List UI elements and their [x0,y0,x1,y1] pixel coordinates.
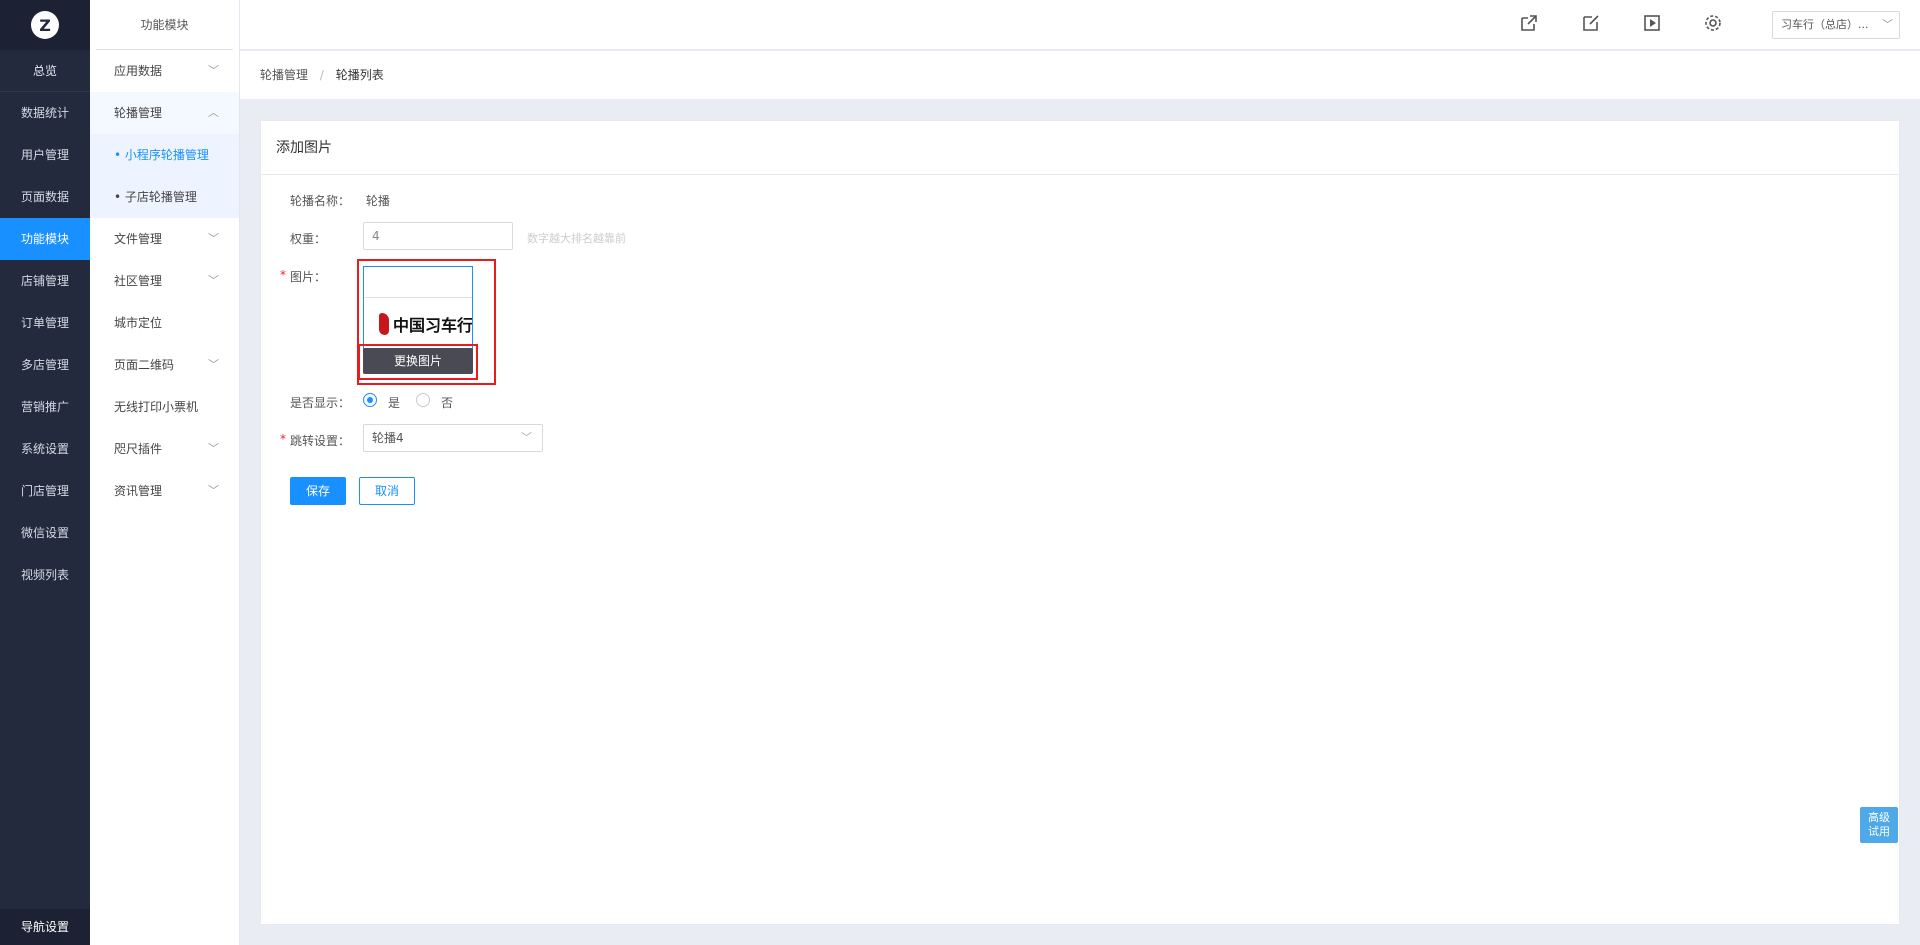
show-no-label[interactable]: 否 [441,394,453,411]
weight-row: 权重： [290,230,362,247]
chevron-down-icon: ﹀ [1882,18,1893,31]
subnav-item-label: 应用数据 [114,64,163,78]
chevron-down-icon: ﹀ [208,274,219,287]
sidebar-item-video-list[interactable]: 视频列表 [0,554,90,596]
sidebar-item-function-modules[interactable]: 功能模块 [0,218,90,260]
subnav-item-file-management[interactable]: 文件管理 ﹀ [90,218,239,260]
chevron-down-icon: ﹀ [208,64,219,77]
play-icon[interactable] [1641,12,1663,34]
top-bar: 习车行（总店）... ﹀ [240,0,1920,50]
trial-line1: 高级 [1868,811,1890,824]
sidebar-item-wechat-settings[interactable]: 微信设置 [0,512,90,554]
subnav-item-news-management[interactable]: 资讯管理 ﹀ [90,470,239,512]
image-preview[interactable]: 中国习车行 [363,266,473,350]
app-logo[interactable]: Z [0,0,90,50]
name-label: 轮播名称： [290,194,351,208]
sidebar-item-data-stats[interactable]: 数据统计 [0,92,90,134]
chevron-down-icon: ﹀ [208,484,219,497]
subnav-item-label: 文件管理 [114,232,163,246]
image-label: 图片： [290,270,327,284]
gear-icon[interactable] [1702,12,1724,34]
name-value: 轮播 [365,194,390,208]
subnav-item-carousel-management[interactable]: 轮播管理 ︿ [90,92,239,134]
show-yes-radio[interactable] [363,393,377,407]
subnav-item-label: 资讯管理 [114,484,163,498]
logo-icon: Z [31,11,59,39]
subnav-item-label: 社区管理 [114,274,163,288]
name-row: 轮播名称： 轮播 [290,192,390,209]
jump-select[interactable]: 轮播4 ﹀ [363,424,543,452]
form-title: 添加图片 [261,121,1899,175]
subnav-item-label: 页面二维码 [114,358,175,372]
breadcrumb-current: 轮播列表 [335,68,384,82]
image-row: * 图片： [280,268,362,285]
subnav-item-label: 城市定位 [114,316,163,330]
jump-row: * 跳转设置： [280,432,362,449]
weight-input[interactable]: 4 [363,222,513,250]
subnav-item-substore-carousel[interactable]: • 子店轮播管理 [90,176,239,218]
sidebar-item-shop-management[interactable]: 门店管理 [0,470,90,512]
change-image-button[interactable]: 更换图片 [363,348,473,374]
subnav-item-app-data[interactable]: 应用数据 ﹀ [90,50,239,92]
chevron-down-icon: ﹀ [521,431,532,444]
chevron-up-icon: ︿ [208,106,219,119]
sidebar-item-marketing[interactable]: 营销推广 [0,386,90,428]
subnav-item-community-management[interactable]: 社区管理 ﹀ [90,260,239,302]
weight-label: 权重： [290,232,327,246]
jump-select-value: 轮播4 [372,431,404,445]
sidebar-item-overview[interactable]: 总览 [0,50,90,92]
seal-logo-icon [379,312,389,335]
trial-line2: 试用 [1868,825,1890,838]
image-logo-text: 中国习车行 [392,315,473,335]
carousel-image: 中国习车行 [365,297,473,349]
breadcrumb-separator: / [319,68,324,82]
required-mark: * [280,432,286,446]
subnav-item-page-qrcode[interactable]: 页面二维码 ﹀ [90,344,239,386]
subnav-item-miniprogram-carousel[interactable]: • 小程序轮播管理 [90,134,239,176]
edit-icon[interactable] [1580,12,1602,34]
subnav-item-city-location[interactable]: 城市定位 [90,302,239,344]
show-row: 是否显示： [290,394,362,411]
sidebar-item-user-management[interactable]: 用户管理 [0,134,90,176]
show-yes-label[interactable]: 是 [388,394,400,411]
store-select-value: 习车行（总店）... [1781,18,1869,31]
cancel-button[interactable]: 取消 [359,477,415,505]
sub-sidebar: 功能模块 应用数据 ﹀ 轮播管理 ︿ • 小程序轮播管理 • 子店轮播管理 文件… [90,0,240,945]
external-link-icon[interactable] [1518,12,1540,34]
sidebar-item-order-management[interactable]: 订单管理 [0,302,90,344]
subnav-item-label: 咫尺插件 [114,442,163,456]
show-label: 是否显示： [290,396,351,410]
subnav-item-zhichi-plugin[interactable]: 咫尺插件 ﹀ [90,428,239,470]
subnav-title: 功能模块 [96,0,233,50]
advanced-trial-badge[interactable]: 高级 试用 [1860,807,1898,843]
breadcrumb: 轮播管理 / 轮播列表 [240,51,1920,99]
chevron-down-icon: ﹀ [208,442,219,455]
weight-hint: 数字越大排名越靠前 [527,232,626,245]
subnav-item-label: 无线打印小票机 [114,400,199,414]
store-select[interactable]: 习车行（总店）... ﹀ [1772,11,1900,39]
subnav-item-label: 轮播管理 [114,106,163,120]
chevron-down-icon: ﹀ [208,358,219,371]
page-scrollbar[interactable] [1914,100,1920,945]
show-no-radio[interactable] [416,393,430,407]
breadcrumb-parent[interactable]: 轮播管理 [260,68,308,82]
sidebar-item-store-management[interactable]: 店铺管理 [0,260,90,302]
jump-label: 跳转设置： [290,434,351,448]
sidebar-item-multi-store[interactable]: 多店管理 [0,344,90,386]
main-sidebar: Z 总览 数据统计 用户管理 页面数据 功能模块 店铺管理 订单管理 多店管理 … [0,0,90,945]
sidebar-item-system-settings[interactable]: 系统设置 [0,428,90,470]
sidebar-item-page-data[interactable]: 页面数据 [0,176,90,218]
save-button[interactable]: 保存 [290,477,346,505]
sidebar-item-nav-settings[interactable]: 导航设置 [0,909,90,945]
subnav-item-wireless-printer[interactable]: 无线打印小票机 [90,386,239,428]
chevron-down-icon: ﹀ [208,232,219,245]
required-mark: * [280,268,286,282]
